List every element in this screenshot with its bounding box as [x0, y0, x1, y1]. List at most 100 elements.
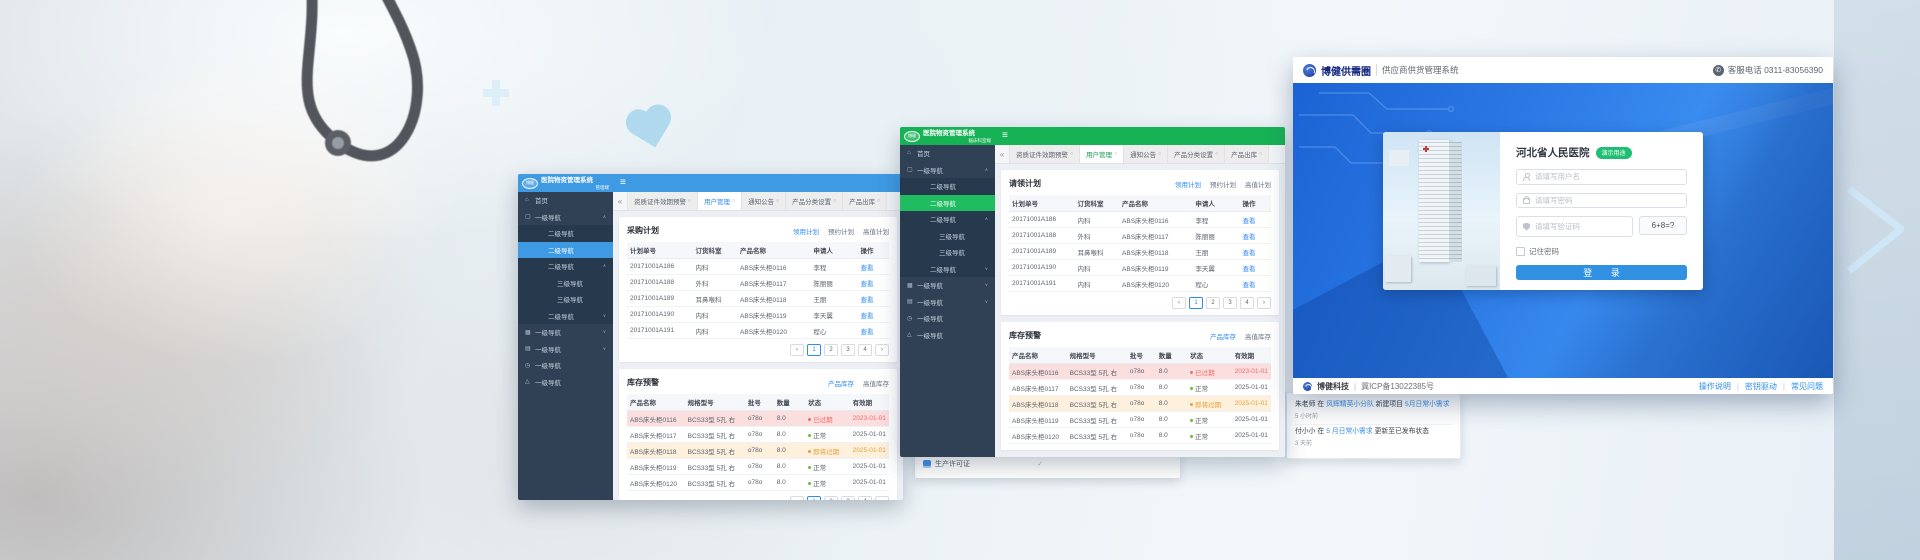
tab[interactable]: 通知公告 ○ [742, 192, 786, 210]
view-link[interactable]: 查看 [1240, 231, 1271, 241]
sidebar-item[interactable]: 二级导航 [900, 195, 995, 212]
plan-filter-link[interactable]: 高值计划 [863, 226, 889, 236]
page-button[interactable]: 2 [1206, 297, 1220, 309]
view-link[interactable]: 查看 [858, 326, 889, 336]
tab[interactable]: 资质证件效期预警 ○ [628, 192, 698, 210]
sidebar-item[interactable]: 二级导航 [518, 242, 613, 259]
sidebar-item[interactable]: 二级导航 ∨ [518, 308, 613, 325]
sidebar-item[interactable]: ▢ 一级导航 ∧ [900, 162, 995, 179]
page-button[interactable]: 2 [824, 344, 838, 356]
page-button[interactable]: 4 [858, 496, 872, 500]
tab-close-icon[interactable]: ○ [1215, 151, 1218, 157]
page-button[interactable]: 4 [1240, 297, 1254, 309]
tab[interactable]: 产品出库 ○ [1225, 145, 1269, 163]
footer-link[interactable]: 操作说明 [1699, 381, 1731, 392]
tab-close-icon[interactable]: ○ [1114, 151, 1117, 157]
stock-filter-link[interactable]: 高值库存 [863, 378, 889, 388]
sidebar-item[interactable]: 二级导航 ∧ [518, 258, 613, 275]
sidebar-item[interactable]: ▤ 一级导航 ∨ [900, 294, 995, 311]
sidebar-item[interactable]: 三级导航 [900, 244, 995, 261]
page-button[interactable]: ‹ [790, 496, 804, 500]
tab[interactable]: 产品分类设置 ○ [786, 192, 843, 210]
sidebar-item[interactable]: ◷ 一级导航 [518, 357, 613, 374]
tab[interactable]: 产品出库 ○ [843, 192, 887, 210]
sidebar-item[interactable]: 三级导航 [900, 228, 995, 245]
collapse-tabs-icon[interactable]: « [613, 192, 628, 210]
plan-filter-link[interactable]: 预约计划 [828, 226, 854, 236]
sidebar-item[interactable]: ▦ 一级导航 ∨ [518, 324, 613, 341]
page-button[interactable]: 2 [824, 496, 838, 500]
tab-close-icon[interactable]: ○ [776, 198, 779, 204]
page-button[interactable]: 3 [841, 344, 855, 356]
tab-close-icon[interactable]: ○ [1259, 151, 1262, 157]
tab[interactable]: 用户管理 ○ [698, 192, 742, 210]
sidebar-item[interactable]: 二级导航 ∨ [900, 261, 995, 278]
tab[interactable]: 用户管理 ○ [1080, 145, 1124, 163]
certificate-row[interactable]: 生产许可证 ✓ [923, 459, 1043, 469]
password-input[interactable]: 请填写密码 [1516, 193, 1687, 209]
sidebar-item[interactable]: △ 一级导航 [900, 327, 995, 344]
sidebar-item[interactable]: 三级导航 [518, 275, 613, 292]
sidebar-item[interactable]: ▢ 一级导航 ∧ [518, 209, 613, 226]
view-link[interactable]: 查看 [858, 294, 889, 304]
page-button[interactable]: 1 [807, 496, 821, 500]
tab[interactable]: 通知公告 ○ [1124, 145, 1168, 163]
page-button[interactable]: ‹ [1172, 297, 1186, 309]
tab-close-icon[interactable]: ○ [1070, 151, 1073, 157]
footer-link[interactable]: 常见问题 [1791, 381, 1823, 392]
remember-checkbox[interactable] [1516, 247, 1525, 256]
sidebar-item[interactable]: ⌂ 首页 [518, 192, 613, 209]
feed-link[interactable]: 风辉精英小分队 [1326, 401, 1374, 408]
plan-filter-link[interactable]: 高值计划 [1245, 179, 1271, 189]
captcha-question[interactable]: 6+8=? [1639, 216, 1687, 235]
footer-link[interactable]: 密钥驱动 [1745, 381, 1777, 392]
page-button[interactable]: 4 [858, 344, 872, 356]
sidebar-item[interactable]: ▤ 一级导航 ∨ [518, 341, 613, 358]
plan-filter-link[interactable]: 领用计划 [1175, 179, 1201, 189]
sidebar-item[interactable]: ▦ 一级导航 ∨ [900, 277, 995, 294]
feed-link[interactable]: 5月日常小需求 [1405, 401, 1450, 408]
page-button[interactable]: ‹ [790, 344, 804, 356]
page-button[interactable]: › [875, 344, 889, 356]
view-link[interactable]: 查看 [1240, 215, 1271, 225]
tab[interactable]: 资质证件效期预警 ○ [1010, 145, 1080, 163]
tab-close-icon[interactable]: ○ [732, 198, 735, 204]
tab-close-icon[interactable]: ○ [833, 198, 836, 204]
sidebar-item[interactable]: 二级导航 ∧ [900, 211, 995, 228]
stock-filter-link[interactable]: 产品库存 [1210, 331, 1236, 341]
sidebar-item[interactable]: ◷ 一级导航 [900, 310, 995, 327]
captcha-input[interactable]: 请填写验证码 [1516, 216, 1633, 237]
sidebar-item[interactable]: ⌂ 首页 [900, 145, 995, 162]
page-button[interactable]: › [875, 496, 889, 500]
tab-close-icon[interactable]: ○ [877, 198, 880, 204]
sidebar-item[interactable]: 二级导航 [900, 178, 995, 195]
menu-icon[interactable]: ≡ [995, 127, 1008, 145]
username-input[interactable]: 请填写用户名 [1516, 169, 1687, 185]
plan-filter-link[interactable]: 领用计划 [793, 226, 819, 236]
view-link[interactable]: 查看 [858, 310, 889, 320]
plan-filter-link[interactable]: 预约计划 [1210, 179, 1236, 189]
sidebar-item[interactable]: △ 一级导航 [518, 374, 613, 391]
page-button[interactable]: 3 [841, 496, 855, 500]
view-link[interactable]: 查看 [1240, 263, 1271, 273]
page-button[interactable]: › [1257, 297, 1271, 309]
menu-icon[interactable]: ≡ [613, 174, 626, 192]
tab-close-icon[interactable]: ○ [688, 198, 691, 204]
tab-close-icon[interactable]: ○ [1158, 151, 1161, 157]
view-link[interactable]: 查看 [858, 262, 889, 272]
sidebar-item[interactable]: 三级导航 [518, 291, 613, 308]
view-link[interactable]: 查看 [1240, 279, 1271, 289]
view-link[interactable]: 查看 [1240, 247, 1271, 257]
stock-filter-link[interactable]: 产品库存 [828, 378, 854, 388]
sidebar-item[interactable]: 二级导航 [518, 225, 613, 242]
feed-link[interactable]: 5 月日常小需求 [1326, 428, 1372, 435]
tab[interactable]: 产品分类设置 ○ [1168, 145, 1225, 163]
collapse-tabs-icon[interactable]: « [995, 145, 1010, 163]
login-button[interactable]: 登 录 [1516, 265, 1687, 280]
caret-icon: ∧ [603, 263, 606, 269]
page-button[interactable]: 3 [1223, 297, 1237, 309]
page-button[interactable]: 1 [1189, 297, 1203, 309]
stock-filter-link[interactable]: 高值库存 [1245, 331, 1271, 341]
page-button[interactable]: 1 [807, 344, 821, 356]
view-link[interactable]: 查看 [858, 278, 889, 288]
